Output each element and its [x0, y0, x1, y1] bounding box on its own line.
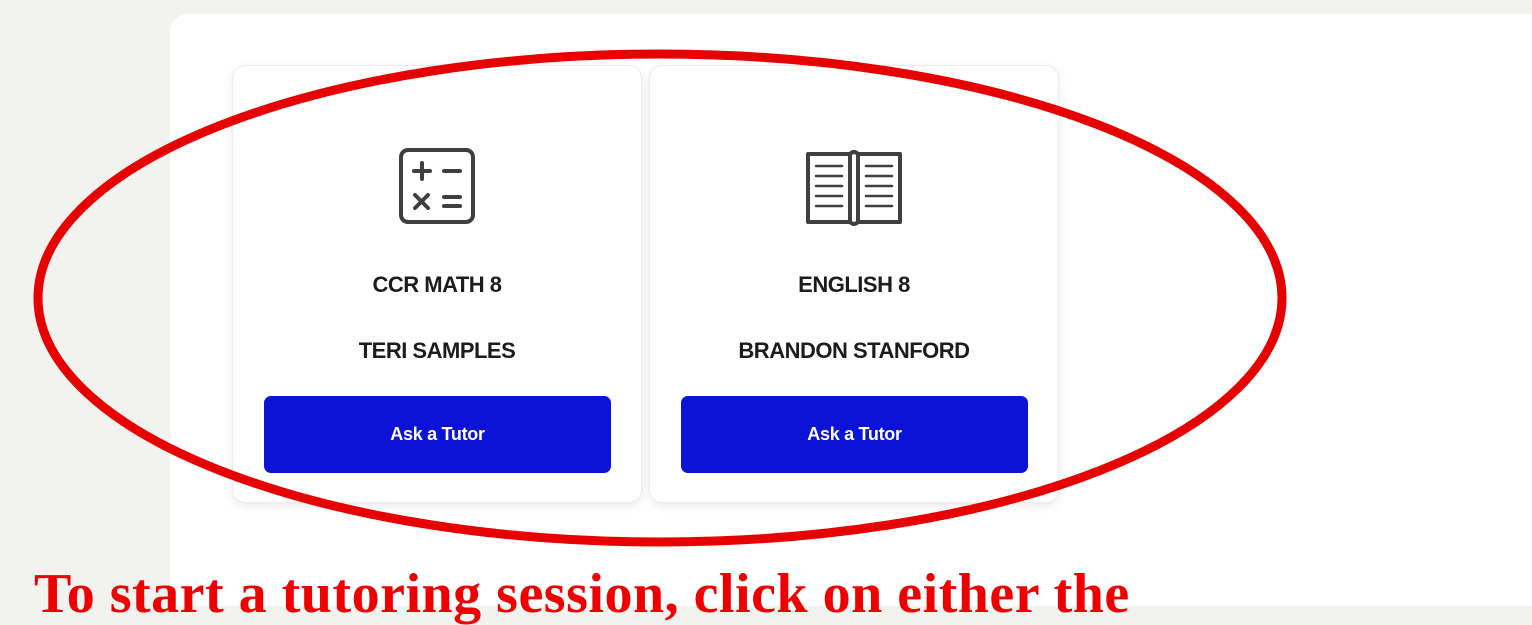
- course-name: CCR MATH 8: [372, 272, 502, 297]
- open-book-icon: [806, 150, 902, 226]
- course-card-math: CCR MATH 8 TERI SAMPLES Ask a Tutor: [233, 66, 641, 502]
- course-name: ENGLISH 8: [798, 272, 910, 297]
- ask-a-tutor-button-english[interactable]: Ask a Tutor: [681, 396, 1028, 473]
- course-card-english: ENGLISH 8 BRANDON STANFORD Ask a Tutor: [650, 66, 1058, 502]
- ask-a-tutor-button-math[interactable]: Ask a Tutor: [264, 396, 611, 473]
- teacher-name: BRANDON STANFORD: [738, 338, 970, 363]
- instruction-caption: To start a tutoring session, click on ei…: [34, 563, 1130, 625]
- calculator-icon: [399, 148, 475, 224]
- teacher-name: TERI SAMPLES: [358, 338, 516, 363]
